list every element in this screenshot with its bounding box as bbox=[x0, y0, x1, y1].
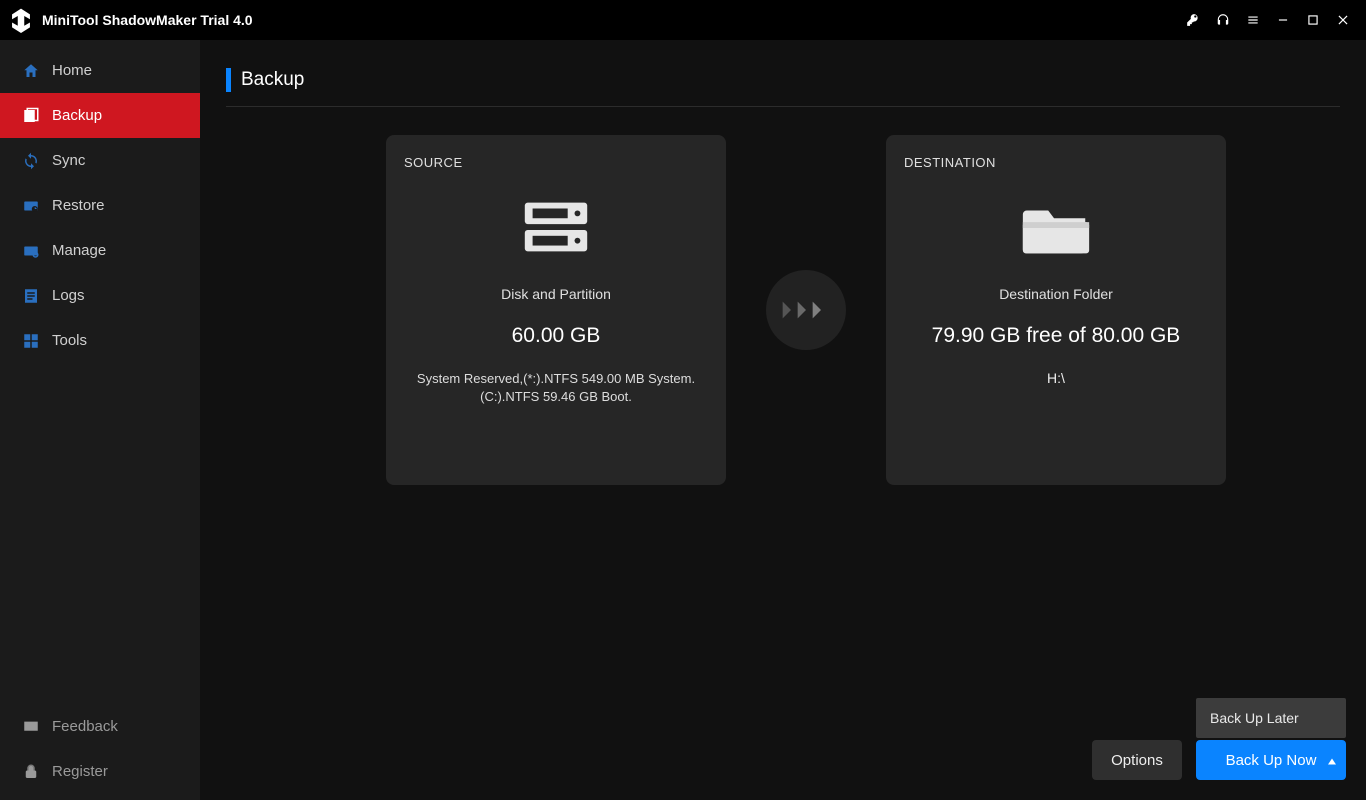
maximize-button[interactable] bbox=[1298, 0, 1328, 40]
sidebar-item-restore[interactable]: Restore bbox=[0, 183, 200, 228]
options-button[interactable]: Options bbox=[1092, 740, 1182, 780]
source-size: 60.00 GB bbox=[404, 324, 708, 348]
sidebar-item-label: Logs bbox=[52, 287, 85, 304]
source-card[interactable]: SOURCE Disk and Partition 60.00 GB Syste… bbox=[386, 135, 726, 485]
sidebar-item-sync[interactable]: Sync bbox=[0, 138, 200, 183]
titlebar: MiniTool ShadowMaker Trial 4.0 bbox=[0, 0, 1366, 40]
accent-bar bbox=[226, 68, 231, 92]
register-icon bbox=[22, 763, 40, 781]
sidebar-item-label: Feedback bbox=[52, 718, 118, 735]
sidebar-item-label: Home bbox=[52, 62, 92, 79]
app-title: MiniTool ShadowMaker Trial 4.0 bbox=[42, 12, 253, 28]
headset-icon[interactable] bbox=[1208, 0, 1238, 40]
divider bbox=[226, 106, 1340, 107]
sidebar-item-logs[interactable]: Logs bbox=[0, 273, 200, 318]
disk-icon bbox=[404, 188, 708, 268]
backup-now-button[interactable]: Back Up Now bbox=[1196, 740, 1346, 780]
sync-icon bbox=[22, 152, 40, 170]
page-title: Backup bbox=[241, 69, 304, 91]
app-logo-icon bbox=[8, 7, 34, 33]
sidebar-item-feedback[interactable]: Feedback bbox=[0, 704, 200, 749]
tools-icon bbox=[22, 332, 40, 350]
restore-icon bbox=[22, 197, 40, 215]
key-icon[interactable] bbox=[1178, 0, 1208, 40]
menu-icon[interactable] bbox=[1238, 0, 1268, 40]
source-heading: SOURCE bbox=[404, 155, 708, 170]
folder-icon bbox=[904, 188, 1208, 268]
source-type: Disk and Partition bbox=[404, 286, 708, 302]
manage-icon bbox=[22, 242, 40, 260]
content-area: Backup SOURCE Disk and Partition bbox=[200, 40, 1366, 800]
destination-type: Destination Folder bbox=[904, 286, 1208, 302]
source-detail: System Reserved,(*:).NTFS 549.00 MB Syst… bbox=[404, 370, 708, 406]
sidebar-item-home[interactable]: Home bbox=[0, 48, 200, 93]
sidebar-item-tools[interactable]: Tools bbox=[0, 318, 200, 363]
backup-now-label: Back Up Now bbox=[1226, 752, 1317, 769]
backup-later-item[interactable]: Back Up Later bbox=[1196, 698, 1346, 738]
sidebar-item-label: Sync bbox=[52, 152, 85, 169]
arrow-indicator bbox=[766, 270, 846, 350]
backup-dropdown: Back Up Later bbox=[1196, 698, 1346, 738]
caret-up-icon bbox=[1328, 752, 1336, 769]
sidebar: Home Backup Sync Restore Manage Logs bbox=[0, 40, 200, 800]
sidebar-item-label: Backup bbox=[52, 107, 102, 124]
destination-card[interactable]: DESTINATION Destination Folder 79.90 GB … bbox=[886, 135, 1226, 485]
home-icon bbox=[22, 62, 40, 80]
sidebar-item-label: Register bbox=[52, 763, 108, 780]
minimize-button[interactable] bbox=[1268, 0, 1298, 40]
sidebar-item-label: Restore bbox=[52, 197, 105, 214]
destination-free: 79.90 GB free of 80.00 GB bbox=[904, 324, 1208, 348]
backup-later-label: Back Up Later bbox=[1210, 710, 1299, 726]
logs-icon bbox=[22, 287, 40, 305]
sidebar-item-register[interactable]: Register bbox=[0, 749, 200, 794]
sidebar-item-label: Manage bbox=[52, 242, 106, 259]
page-header: Backup bbox=[226, 68, 1340, 92]
sidebar-item-label: Tools bbox=[52, 332, 87, 349]
sidebar-item-backup[interactable]: Backup bbox=[0, 93, 200, 138]
options-label: Options bbox=[1111, 752, 1163, 769]
feedback-icon bbox=[22, 718, 40, 736]
close-button[interactable] bbox=[1328, 0, 1358, 40]
backup-icon bbox=[22, 107, 40, 125]
destination-heading: DESTINATION bbox=[904, 155, 1208, 170]
destination-path: H:\ bbox=[904, 370, 1208, 386]
sidebar-item-manage[interactable]: Manage bbox=[0, 228, 200, 273]
